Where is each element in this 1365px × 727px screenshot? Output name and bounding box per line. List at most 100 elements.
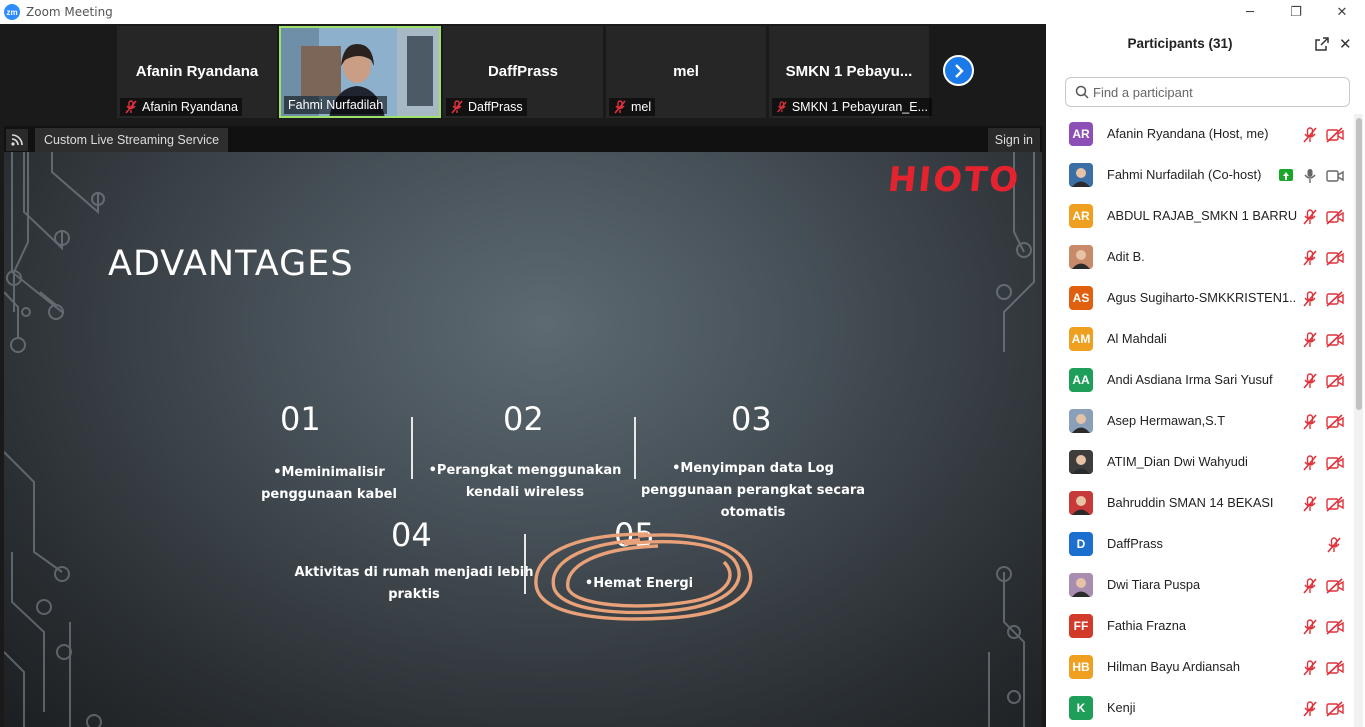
avatar-photo (1069, 409, 1093, 433)
mic-muted-icon[interactable] (1301, 249, 1319, 267)
participant-row[interactable]: AM Al Mahdali (1046, 319, 1352, 360)
title-bar: zm Zoom Meeting ─ ❐ ✕ (0, 0, 1365, 24)
mic-muted-icon[interactable] (1301, 126, 1319, 144)
mic-muted-icon[interactable] (1301, 372, 1319, 390)
video-off-icon[interactable] (1325, 700, 1345, 718)
shared-slide: HIOTO ADVANTAGES 01 •Meminimalisir pengg… (4, 152, 1042, 727)
mic-muted-icon[interactable] (1301, 577, 1319, 595)
video-tile[interactable]: Afanin Ryandana Afanin Ryandana (117, 26, 277, 118)
advantage-line: kendali wireless (465, 485, 585, 500)
mic-muted-icon[interactable] (1301, 700, 1319, 718)
live-stream-icon[interactable] (6, 129, 28, 151)
mic-muted-icon[interactable] (1325, 536, 1343, 554)
video-tile[interactable]: SMKN 1 Pebayu... SMKN 1 Pebayuran_E... (769, 26, 932, 118)
avatar-photo (1069, 245, 1093, 269)
video-off-icon[interactable] (1325, 495, 1345, 513)
participant-row[interactable]: Asep Hermawan,S.T (1046, 401, 1352, 442)
video-off-icon[interactable] (1325, 413, 1345, 431)
minimize-icon[interactable]: ─ (1227, 0, 1273, 24)
avatar: FF (1069, 614, 1093, 638)
participant-row[interactable]: Bahruddin SMAN 14 BEKASI (1046, 483, 1352, 524)
participant-row[interactable]: AA Andi Asdiana Irma Sari Yusuf (1046, 360, 1352, 401)
video-off-icon[interactable] (1325, 126, 1345, 144)
participant-row[interactable]: D DaffPrass (1046, 524, 1352, 565)
tile-label-text: SMKN 1 Pebayuran_E... (791, 100, 928, 114)
video-off-icon[interactable] (1325, 208, 1345, 226)
search-input[interactable] (1093, 82, 1343, 102)
mic-muted-icon[interactable] (1301, 454, 1319, 472)
participant-search[interactable] (1065, 77, 1350, 107)
chevron-right-icon (954, 63, 964, 78)
advantage-line: otomatis (720, 505, 786, 520)
participants-panel: Participants (31) ✕ AR Afanin Ryandana (H… (1046, 24, 1365, 727)
avatar: D (1069, 532, 1093, 556)
avatar-photo (1069, 573, 1093, 597)
mic-muted-icon[interactable] (1301, 208, 1319, 226)
video-off-icon[interactable] (1325, 577, 1345, 595)
tile-display-name: DaffPrass (487, 63, 559, 80)
participant-row[interactable]: Fahmi Nurfadilah (Co-host) (1046, 155, 1352, 196)
scrollbar-thumb[interactable] (1356, 118, 1362, 410)
video-off-icon[interactable] (1325, 331, 1345, 349)
search-icon (1075, 85, 1089, 99)
video-icon[interactable] (1325, 167, 1345, 185)
participant-name: Kenji (1107, 700, 1136, 715)
advantage-line: praktis (388, 587, 440, 602)
mic-muted-icon[interactable] (1301, 331, 1319, 349)
participant-row[interactable]: AS Agus Sugiharto-SMKKRISTEN1... (1046, 278, 1352, 319)
avatar: HB (1069, 655, 1093, 679)
video-tile[interactable]: mel mel (606, 26, 766, 118)
close-panel-icon[interactable]: ✕ (1339, 35, 1355, 53)
tile-label-text: mel (631, 100, 652, 114)
mic-muted-icon (451, 100, 463, 114)
sign-in-button[interactable]: Sign in (987, 128, 1040, 152)
participant-row[interactable]: HB Hilman Bayu Ardiansah (1046, 647, 1352, 688)
close-icon[interactable]: ✕ (1319, 0, 1365, 24)
video-tile-active[interactable]: Fahmi Nurfadilah (279, 26, 441, 118)
tile-display-name: Afanin Ryandana (135, 63, 259, 80)
hioto-logo: HIOTO (885, 160, 1023, 200)
video-tile[interactable]: DaffPrass DaffPrass (443, 26, 603, 118)
pop-out-icon[interactable] (1314, 36, 1330, 52)
video-off-icon[interactable] (1325, 372, 1345, 390)
avatar: AM (1069, 327, 1093, 351)
slide-heading: ADVANTAGES (108, 244, 354, 284)
tile-label: Afanin Ryandana (120, 98, 242, 116)
advantage-number: 01 (280, 400, 321, 438)
mic-icon[interactable] (1301, 167, 1319, 185)
mic-muted-icon[interactable] (1301, 659, 1319, 677)
zoom-logo-icon: zm (4, 4, 20, 20)
mic-muted-icon[interactable] (1301, 290, 1319, 308)
live-streaming-tab[interactable]: Custom Live Streaming Service (35, 128, 229, 152)
restore-icon[interactable]: ❐ (1273, 0, 1319, 24)
participant-row[interactable]: Dwi Tiara Puspa (1046, 565, 1352, 606)
avatar-photo (1069, 450, 1093, 474)
window-title: Zoom Meeting (26, 5, 113, 19)
participant-row[interactable]: Adit B. (1046, 237, 1352, 278)
mic-muted-icon (777, 101, 787, 113)
avatar: AR (1069, 122, 1093, 146)
video-off-icon[interactable] (1325, 290, 1345, 308)
avatar: AR (1069, 204, 1093, 228)
participant-row[interactable]: FF Fathia Frazna (1046, 606, 1352, 647)
share-screen-icon (1279, 169, 1293, 181)
participant-row[interactable]: K Kenji (1046, 688, 1352, 727)
participant-name: Al Mahdali (1107, 331, 1167, 346)
advantage-line: penggunaan perangkat secara (640, 483, 866, 498)
participant-name: Fahmi Nurfadilah (Co-host) (1107, 167, 1262, 182)
participant-row[interactable]: ATIM_Dian Dwi Wahyudi (1046, 442, 1352, 483)
participants-title: Participants (31) (1127, 36, 1233, 51)
video-off-icon[interactable] (1325, 454, 1345, 472)
mic-muted-icon[interactable] (1301, 413, 1319, 431)
video-off-icon[interactable] (1325, 249, 1345, 267)
next-page-button[interactable] (943, 55, 974, 86)
tile-label: SMKN 1 Pebayuran_E... (772, 98, 932, 116)
video-off-icon[interactable] (1325, 618, 1345, 636)
annotation-circle (534, 532, 753, 621)
participant-row[interactable]: AR Afanin Ryandana (Host, me) (1046, 114, 1352, 155)
mic-muted-icon[interactable] (1301, 618, 1319, 636)
participant-row[interactable]: AR ABDUL RAJAB_SMKN 1 BARRU (1046, 196, 1352, 237)
video-off-icon[interactable] (1325, 659, 1345, 677)
share-toolbar: Custom Live Streaming Service Sign in (4, 126, 1042, 152)
mic-muted-icon[interactable] (1301, 495, 1319, 513)
